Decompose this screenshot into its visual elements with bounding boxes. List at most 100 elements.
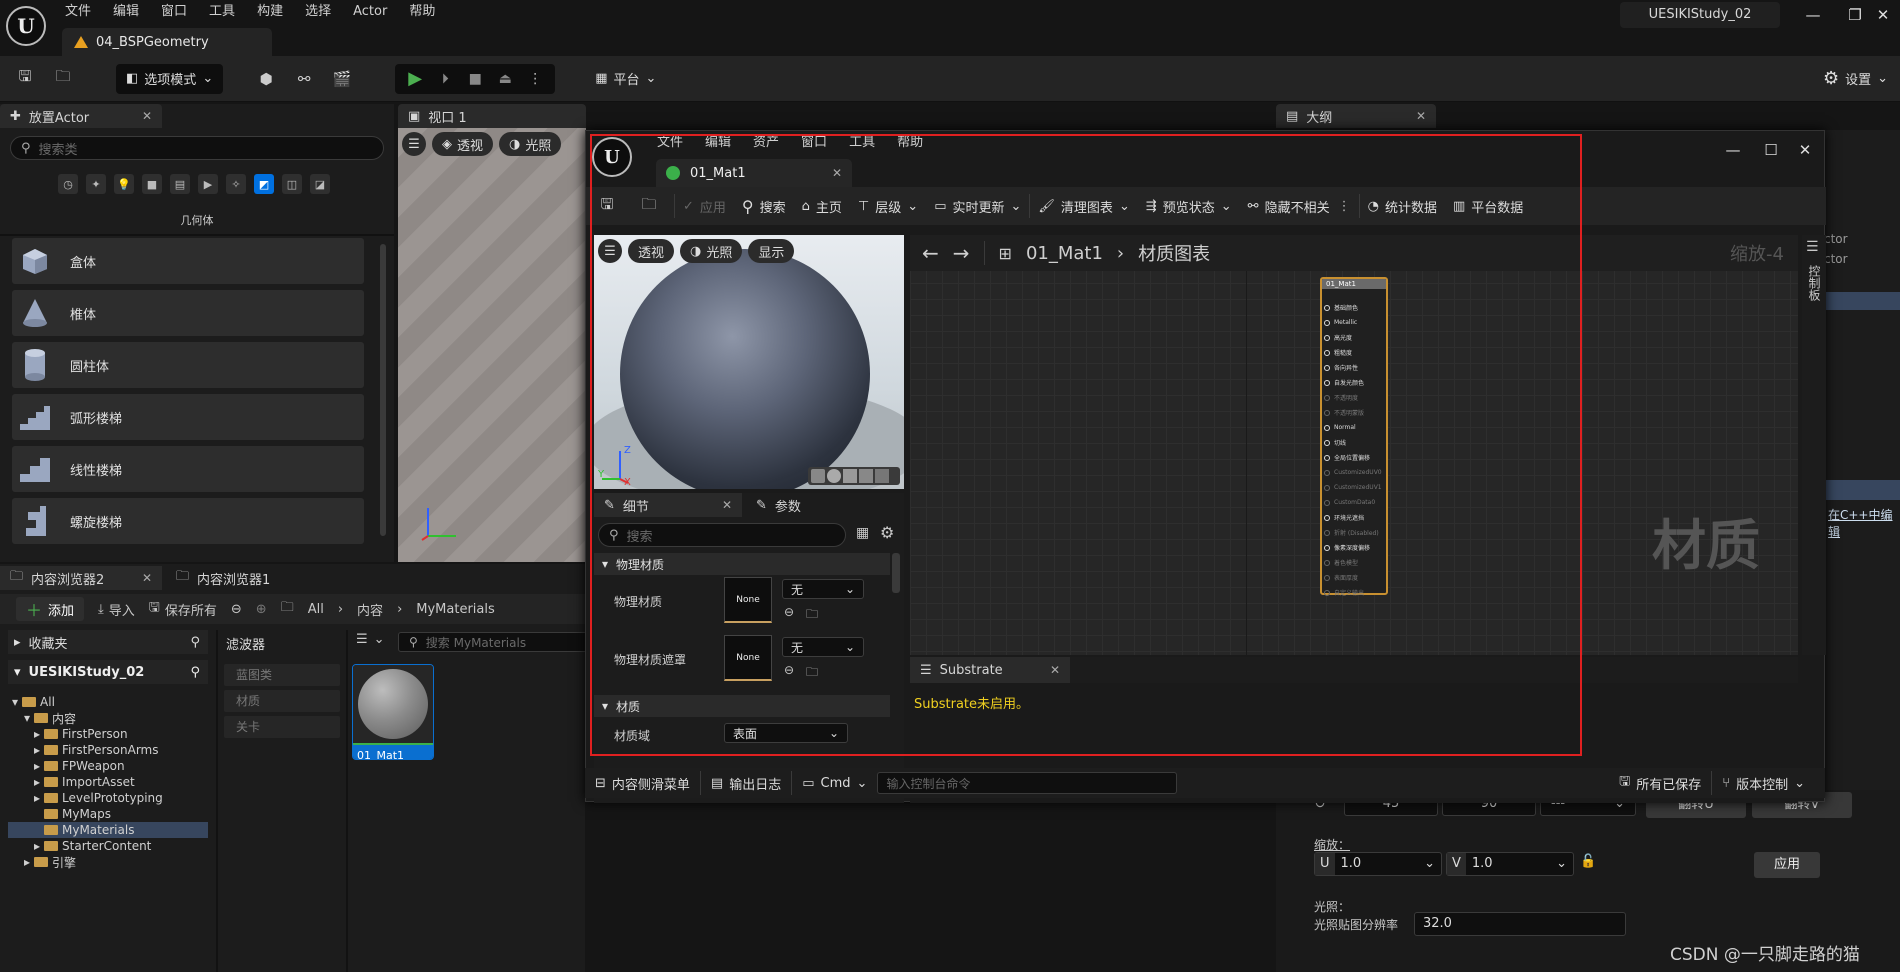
tree-item[interactable]: ▸ FPWeapon	[8, 758, 208, 774]
node-pin[interactable]: 基础颜色	[1324, 300, 1358, 315]
menu-build[interactable]: 构建	[246, 0, 294, 24]
filter-item[interactable]: 关卡	[224, 716, 340, 738]
forward-icon[interactable]: ⊕	[256, 602, 267, 617]
save-all-button[interactable]: 🖫 保存所有	[149, 598, 217, 620]
geometry-icon[interactable]: ◩	[254, 174, 274, 194]
browse-asset-icon[interactable]: 🗀	[806, 605, 818, 626]
node-pin[interactable]: 各向异性	[1324, 360, 1358, 375]
platform-button[interactable]: ▦ 平台 ⌄	[595, 69, 656, 88]
cube-mesh-icon[interactable]	[859, 469, 873, 483]
use-selected-icon[interactable]: ⊖	[784, 605, 794, 619]
preview-viewport[interactable]: ☰ 透视 ◑ 光照 显示 Z Y X	[594, 235, 904, 489]
place-actor-search-input[interactable]: ⚲ 搜索类	[10, 136, 384, 160]
browse-asset-icon[interactable]: 🗀	[806, 663, 818, 684]
details-tab[interactable]: ✎ 细节 ✕	[594, 493, 742, 517]
save-icon[interactable]: 🖫	[12, 66, 38, 91]
plane-mesh-icon[interactable]	[843, 469, 857, 483]
search-button[interactable]: ⚲ 搜索	[734, 192, 794, 220]
basic-icon[interactable]: ✦	[86, 174, 106, 194]
back-icon[interactable]: ⊖	[231, 602, 242, 617]
hamburger-icon[interactable]: ☰	[402, 132, 426, 156]
menu-window[interactable]: 窗口	[150, 0, 198, 24]
maximize-button[interactable]: ☐	[1754, 137, 1788, 163]
settings-button[interactable]: ⚙ 设置 ⌄	[1823, 68, 1888, 89]
node-pin[interactable]: 表面厚度	[1324, 570, 1358, 585]
close-icon[interactable]: ✕	[832, 166, 842, 180]
lightmap-resolution-field[interactable]: 32.0	[1414, 912, 1626, 936]
more-options-icon[interactable]: ⋮	[521, 65, 549, 93]
content-drawer-button[interactable]: ⊟ 内容侧滑菜单	[585, 768, 700, 798]
apply-scale-button[interactable]: 应用	[1754, 852, 1820, 878]
cinematic-icon[interactable]: ▤	[170, 174, 190, 194]
home-button[interactable]: ⌂ 主页	[794, 192, 850, 220]
node-pin[interactable]: CustomizedUV1	[1324, 480, 1382, 495]
sphere-mesh-icon[interactable]	[827, 469, 841, 483]
lock-icon[interactable]: 🔓	[1580, 854, 1596, 869]
hamburger-icon[interactable]: ☰	[598, 239, 622, 263]
visual-effects-icon[interactable]: ▶	[198, 174, 218, 194]
blueprint-icon[interactable]: ⚯	[291, 70, 317, 88]
shapes-icon[interactable]: ■	[142, 174, 162, 194]
tree-item-all[interactable]: ▾ All	[8, 694, 208, 710]
node-pin[interactable]: 不透明蒙版	[1324, 405, 1364, 420]
filter-dropdown[interactable]: ☰ ⌄	[356, 632, 385, 647]
add-button[interactable]: ＋ 添加	[16, 597, 85, 621]
platform-stats-button[interactable]: ▥ 平台数据	[1445, 192, 1531, 220]
minimize-button[interactable]: —	[1796, 2, 1830, 28]
source-control-button[interactable]: ⑂ 版本控制 ⌄	[1712, 768, 1815, 798]
node-pin[interactable]: 切线	[1324, 435, 1346, 450]
selected-row[interactable]	[1824, 480, 1900, 500]
node-pin[interactable]: Normal	[1324, 420, 1356, 435]
import-button[interactable]: ⤓ 导入	[98, 600, 135, 619]
menu-window[interactable]: 窗口	[790, 131, 838, 155]
cmd-dropdown[interactable]: ▭ Cmd ⌄	[792, 768, 877, 798]
place-item-box[interactable]: 盒体	[12, 238, 364, 284]
palette-tab[interactable]: 控制板	[1806, 265, 1823, 301]
eject-icon[interactable]: ⏏	[491, 65, 519, 93]
level-tab[interactable]: 04_BSPGeometry	[62, 28, 272, 56]
node-pin[interactable]: 着色模型	[1324, 555, 1358, 570]
place-actor-tab[interactable]: ✚ 放置Actor ✕	[0, 104, 162, 128]
live-update-button[interactable]: ▭ 实时更新 ⌄	[926, 192, 1029, 220]
output-log-button[interactable]: ▤ 输出日志	[701, 768, 791, 798]
use-selected-icon[interactable]: ⊖	[784, 663, 794, 677]
substrate-tab[interactable]: ☰ Substrate ✕	[910, 657, 1070, 683]
filter-item[interactable]: 蓝图类	[224, 664, 340, 686]
recent-icon[interactable]: ◷	[58, 174, 78, 194]
volumes-icon[interactable]: ✧	[226, 174, 246, 194]
parameters-tab[interactable]: ✎ 参数	[746, 493, 846, 517]
stats-button[interactable]: ◔ 统计数据	[1360, 192, 1445, 220]
node-pin[interactable]: 全局位置偏移	[1324, 450, 1370, 465]
material-domain-dropdown[interactable]: 表面 ⌄	[724, 723, 848, 743]
physical-mask-thumbnail[interactable]: None	[724, 635, 772, 681]
menu-help[interactable]: 帮助	[398, 0, 446, 24]
node-pin[interactable]: 自定义输出	[1324, 585, 1364, 600]
asset-search-input[interactable]: ⚲ 搜索 MyMaterials	[398, 632, 588, 652]
node-pin[interactable]: 环境光遮挡	[1324, 510, 1364, 525]
physical-material-section[interactable]: ▾ 物理材质	[594, 553, 890, 575]
palette-icon[interactable]: ☰	[1806, 239, 1819, 255]
content-browser-tab-1[interactable]: 🗀 内容浏览器1	[166, 566, 316, 590]
content-browser-tab-2[interactable]: 🗀 内容浏览器2 ✕	[0, 566, 162, 590]
asset-tile[interactable]: 01_Mat1 材质	[352, 664, 434, 760]
back-icon[interactable]: ←	[922, 241, 939, 265]
cinematics-icon[interactable]: 🎬	[329, 70, 355, 88]
place-item-linear-stair[interactable]: 线性楼梯	[12, 446, 364, 492]
actor-row[interactable]: ctor	[1824, 232, 1848, 246]
scale-u-field[interactable]: U 1.0 ⌄	[1314, 852, 1442, 876]
place-item-cylinder[interactable]: 圆柱体	[12, 342, 364, 388]
show-button[interactable]: 显示	[748, 239, 795, 263]
favorites-header[interactable]: ▸ 收藏夹 ⚲	[8, 630, 208, 654]
lights-icon[interactable]: 💡	[114, 174, 134, 194]
apply-button[interactable]: ✓ 应用	[675, 192, 734, 220]
browse-icon[interactable]: 🗀	[50, 66, 76, 91]
tree-item[interactable]: ▸ FirstPersonArms	[8, 742, 208, 758]
node-pin[interactable]: 不透明度	[1324, 390, 1358, 405]
node-pin[interactable]: 像素深度偏移	[1324, 540, 1370, 555]
table-view-icon[interactable]: ▦	[856, 525, 869, 541]
node-pin[interactable]: 粗糙度	[1324, 345, 1352, 360]
node-pin[interactable]: CustomData0	[1324, 495, 1375, 510]
close-icon[interactable]: ✕	[142, 109, 152, 123]
scrollbar[interactable]	[380, 244, 386, 536]
menu-help[interactable]: 帮助	[886, 131, 934, 155]
